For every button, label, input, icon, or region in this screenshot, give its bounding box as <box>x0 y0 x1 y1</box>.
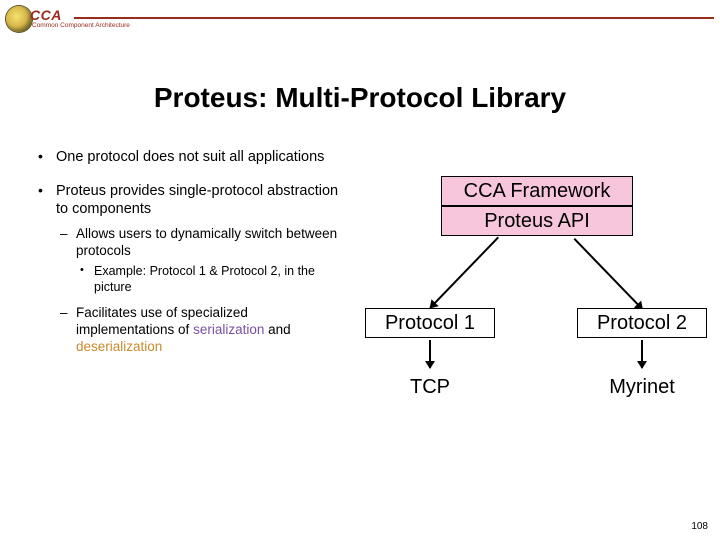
keyword-serialization: serialization <box>193 322 264 337</box>
bullet-column: One protocol does not suit all applicati… <box>34 148 349 372</box>
slide-content: One protocol does not suit all applicati… <box>0 148 720 372</box>
brand-subtitle: Common Component Architecture <box>32 22 714 29</box>
bullet-2-text: Proteus provides single-protocol abstrac… <box>56 183 338 217</box>
header-rule <box>74 17 714 19</box>
bullet-2b-mid: and <box>264 322 290 337</box>
slide-title: Proteus: Multi-Protocol Library <box>0 82 720 114</box>
label-myrinet: Myrinet <box>587 372 697 402</box>
box-protocol-1: Protocol 1 <box>365 308 495 338</box>
slide-header: CCA Common Component Architecture <box>0 0 720 34</box>
bullet-2: Proteus provides single-protocol abstrac… <box>34 182 349 356</box>
arrow-api-to-proto1 <box>429 237 499 309</box>
cca-logo-icon <box>6 6 32 32</box>
diagram-area: CCA Framework Proteus API Protocol 1 Pro… <box>349 148 690 372</box>
arrow-api-to-proto2 <box>574 238 644 310</box>
arrow-proto2-to-myrinet <box>641 340 643 368</box>
bullet-2a1: Example: Protocol 1 & Protocol 2, in the… <box>76 264 349 295</box>
arrow-proto1-to-tcp <box>429 340 431 368</box>
brand-acronym: CCA <box>30 7 62 23</box>
label-tcp: TCP <box>375 372 485 402</box>
box-cca-framework: CCA Framework <box>441 176 633 206</box>
bullet-2b: Facilitates use of specialized implement… <box>56 305 349 356</box>
keyword-deserialization: deserialization <box>76 339 162 354</box>
brand-block: CCA Common Component Architecture <box>30 7 714 29</box>
box-proteus-api: Proteus API <box>441 206 633 236</box>
page-number: 108 <box>691 521 708 532</box>
bullet-1: One protocol does not suit all applicati… <box>34 148 349 166</box>
bullet-2a: Allows users to dynamically switch betwe… <box>56 226 349 295</box>
bullet-2a-text: Allows users to dynamically switch betwe… <box>76 226 337 258</box>
box-protocol-2: Protocol 2 <box>577 308 707 338</box>
